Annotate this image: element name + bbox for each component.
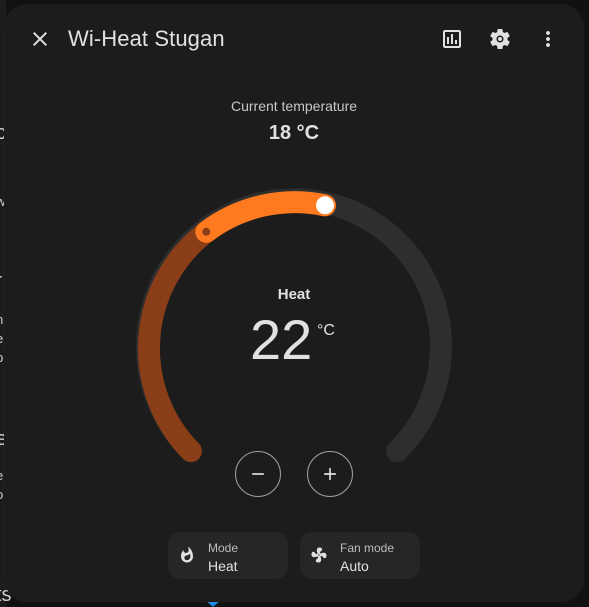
- dial-heat-range: [138, 220, 218, 463]
- thermostat-dial: [136, 188, 452, 463]
- plus-icon: [324, 468, 336, 480]
- mode-chip[interactable]: Mode Heat: [168, 532, 288, 579]
- target-handle[interactable]: [316, 196, 334, 215]
- background-text-fragment: o: [0, 487, 3, 502]
- current-temperature-marker: [202, 227, 211, 236]
- mode-chip-label: Mode: [208, 541, 239, 555]
- hvac-action-label: Heat: [277, 286, 311, 303]
- background-text-fragment: b: [0, 350, 3, 365]
- fan-mode-chip-value: Auto: [340, 558, 369, 574]
- minus-icon: [252, 473, 264, 475]
- increase-temperature-button[interactable]: [307, 451, 353, 497]
- fan-auto-icon: [310, 546, 328, 564]
- fan-mode-chip-label: Fan mode: [340, 541, 395, 555]
- fire-icon: [178, 546, 196, 564]
- thermostat-dialog: Wi-Heat Stugan Current temperature 18 °C…: [4, 4, 584, 602]
- decrease-temperature-button[interactable]: [235, 451, 281, 497]
- background-text-fragment: r: [0, 270, 2, 291]
- fan-mode-chip[interactable]: Fan mode Auto: [300, 532, 420, 579]
- target-temperature-unit: °C: [317, 322, 335, 339]
- mode-chip-value: Heat: [208, 558, 238, 574]
- target-temperature-value: 22: [250, 308, 313, 371]
- background-text-fragment: e: [0, 468, 3, 483]
- background-text-fragment: e: [0, 331, 3, 346]
- background-text-fragment: n: [0, 312, 3, 327]
